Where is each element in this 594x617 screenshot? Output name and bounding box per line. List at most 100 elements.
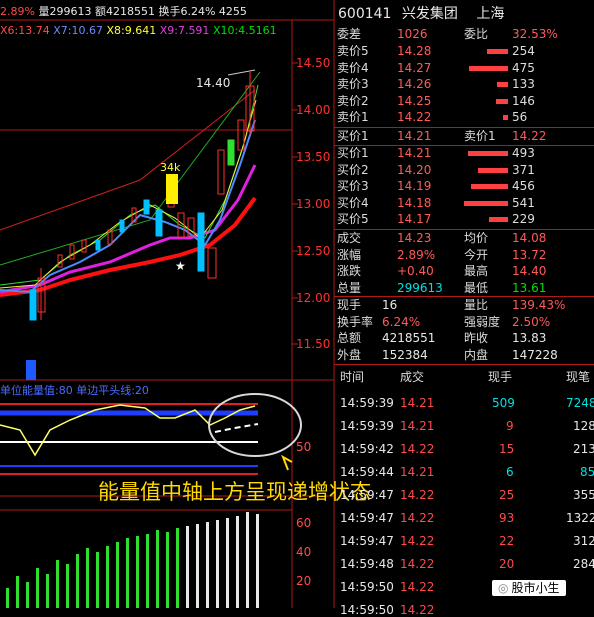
indicator-pane [0, 393, 302, 475]
stat-value: +0.40 [397, 264, 434, 278]
tick-count: 7248 [566, 396, 594, 410]
price-tick: 14.00 [296, 103, 331, 117]
macd-bar [186, 526, 189, 608]
order-label: 买价1 [337, 146, 369, 160]
macd-bar [226, 518, 229, 608]
order-volume-bar [503, 115, 508, 120]
order-label: 卖价1 [337, 110, 369, 124]
divider [334, 145, 594, 146]
macd-bar [76, 554, 79, 608]
order-volume-bar [497, 82, 508, 87]
ma-values-bar: X6:13.74 X7:10.67 X8:9.641 X9:7.591 X10:… [0, 25, 277, 36]
tick-header-deal: 成交 [400, 370, 425, 384]
macd-bar [56, 560, 59, 608]
tick-price: 14.22 [400, 580, 435, 594]
order-label: 卖价3 [337, 77, 369, 91]
order-label: 卖价5 [337, 44, 369, 58]
order-volume-bar [478, 167, 508, 173]
order-volume: 229 [512, 212, 535, 226]
peak-price-label: 14.40 [196, 76, 231, 90]
change-pct: 2.89% [0, 5, 35, 18]
tick-price: 14.22 [400, 442, 435, 456]
watermark-icon: ◎ [498, 581, 509, 595]
tick-price: 14.22 [400, 488, 435, 502]
macd-bar [196, 524, 199, 608]
macd-bar [126, 538, 129, 608]
stat-label: 成交 [337, 231, 362, 245]
divider [334, 296, 594, 297]
order-volume-bar [464, 200, 508, 206]
tick-hand: 9 [506, 419, 514, 433]
stat-label: 强弱度 [464, 314, 501, 329]
weicha-label: 委差 [337, 27, 362, 41]
tick-count: 355 [573, 488, 594, 502]
order-volume: 133 [512, 77, 535, 91]
macd-bar [86, 548, 89, 608]
macd-axis-40: 40 [296, 545, 312, 559]
tick-price: 14.22 [400, 511, 435, 525]
tick-price: 14.22 [400, 534, 435, 548]
order-price: 14.28 [397, 44, 432, 58]
stat-label: 涨幅 [337, 247, 362, 262]
order-label: 买价5 [337, 212, 369, 226]
stat-value: 14.08 [512, 231, 547, 245]
stat-value: 6.24% [382, 314, 421, 329]
tick-price: 14.21 [400, 419, 435, 433]
vol-mark-bar [166, 174, 178, 204]
order-volume-bar [469, 65, 508, 71]
macd-bar [96, 552, 99, 608]
tick-hand: 22 [499, 534, 515, 548]
order-volume-bar [471, 184, 508, 189]
tick-count: 85 [580, 465, 594, 479]
order-label: 买价2 [337, 162, 369, 177]
order-price: 14.21 [397, 146, 432, 160]
watermark: ◎ 股市小生 [492, 580, 566, 596]
order-volume: 371 [512, 162, 535, 177]
order-price: 14.18 [397, 195, 432, 210]
order-price: 14.27 [397, 60, 432, 75]
stat-label: 最高 [464, 264, 489, 278]
price-tick: 14.50 [296, 56, 331, 70]
tick-time: 14:59:50 [340, 580, 394, 594]
order-volume: 254 [512, 44, 535, 58]
macd-bar [26, 582, 29, 608]
tick-hand: 6 [506, 465, 514, 479]
ma-x7: X7:10.67 [53, 24, 103, 37]
tick-count: 284 [573, 557, 594, 571]
price-tick: 12.00 [296, 291, 331, 305]
stat-label: 均价 [464, 231, 489, 245]
macd-bar [256, 514, 259, 608]
ma-x6: X6:13.74 [0, 24, 50, 37]
macd-bar [176, 528, 179, 608]
buy1-price: 14.21 [397, 129, 432, 143]
macd-bar [166, 532, 169, 608]
order-label: 卖价2 [337, 93, 369, 108]
stat-label: 现手 [337, 298, 362, 312]
macd-bar [206, 522, 209, 608]
caption: 能量值中轴上方呈现递增状态 [98, 480, 371, 504]
top-stats-bar: 2.89% 量299613 额4218551 换手6.24% 4255 [0, 6, 247, 17]
tick-header-time: 时间 [340, 370, 365, 384]
order-price: 14.20 [397, 162, 432, 177]
volume: 量299613 [38, 5, 92, 18]
blue-volume-block [26, 360, 36, 380]
chart-frame [0, 0, 335, 608]
watermark-text: 股市小生 [511, 581, 560, 595]
order-volume-bar [468, 151, 508, 156]
macd-bar [46, 574, 49, 608]
indicator-axis-50: 50 [296, 440, 312, 454]
order-volume: 456 [512, 179, 535, 193]
extra-value: 4255 [218, 5, 247, 18]
ma-x10: X10:4.5161 [212, 24, 277, 37]
macd-axis-20: 20 [296, 574, 312, 588]
tick-hand: 93 [499, 511, 515, 525]
macd-bar [136, 536, 139, 608]
stock-market: 上海 [476, 6, 505, 22]
order-volume: 493 [512, 146, 535, 160]
order-price: 14.26 [397, 77, 432, 91]
macd-bar [116, 542, 119, 608]
tick-time: 14:59:47 [340, 488, 394, 502]
stock-name: 兴发集团 [401, 6, 458, 22]
macd-bar [16, 576, 19, 608]
macd-bar [106, 546, 109, 608]
